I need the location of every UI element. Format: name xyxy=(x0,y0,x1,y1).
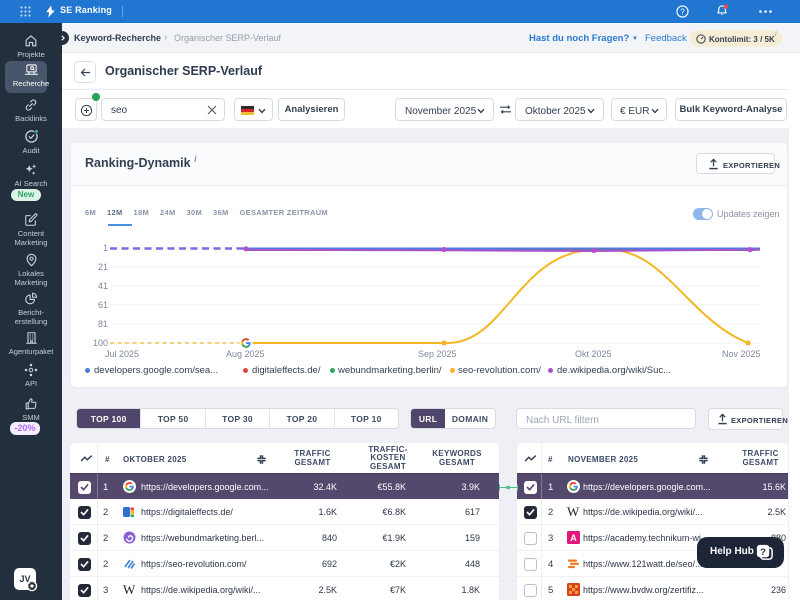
svg-text:?: ? xyxy=(760,547,766,558)
svg-text:A: A xyxy=(570,533,577,543)
svg-text:?: ? xyxy=(680,7,685,16)
